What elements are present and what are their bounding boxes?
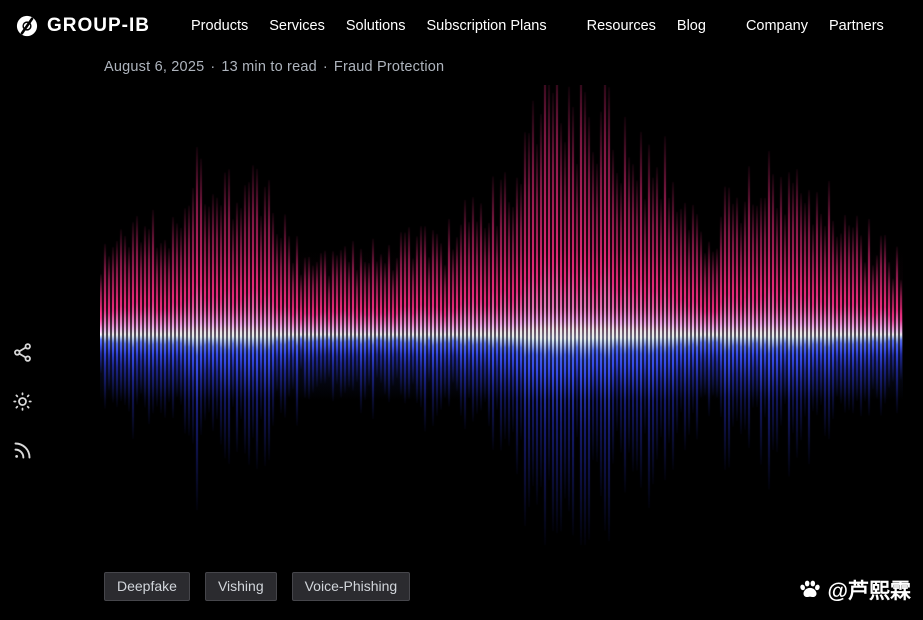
read-time: 13 min to read — [221, 59, 317, 75]
article-meta: August 6, 2025 · 13 min to read · Fraud … — [104, 59, 444, 75]
nav-services[interactable]: Services — [269, 18, 325, 34]
tag-list: Deepfake Vishing Voice-Phishing — [104, 572, 411, 601]
share-icon — [14, 343, 31, 362]
category-link[interactable]: Fraud Protection — [334, 59, 444, 75]
meta-separator: · — [210, 59, 216, 75]
watermark: @芦熙霖 — [797, 575, 911, 605]
brand-name[interactable]: GROUP-IB — [47, 15, 150, 37]
tag-voice-phishing[interactable]: Voice-Phishing — [291, 572, 411, 601]
left-action-rail — [12, 342, 33, 461]
share-button[interactable] — [12, 342, 33, 363]
group-ib-logo-icon — [16, 15, 38, 37]
nav-partners[interactable]: Partners — [829, 18, 884, 34]
hero-waveform-image — [100, 85, 903, 555]
nav-products[interactable]: Products — [191, 18, 248, 34]
article-date: August 6, 2025 — [104, 59, 205, 75]
brand[interactable]: GROUP-IB — [16, 15, 150, 37]
paw-icon — [799, 580, 820, 598]
brightness-icon — [13, 392, 32, 411]
rss-icon — [14, 442, 31, 459]
rss-button[interactable] — [12, 440, 33, 461]
nav-solutions[interactable]: Solutions — [346, 18, 406, 34]
nav-company[interactable]: Company — [746, 18, 808, 34]
meta-separator: · — [322, 59, 328, 75]
nav-subscription-plans[interactable]: Subscription Plans — [427, 18, 547, 34]
nav-resources[interactable]: Resources — [587, 18, 656, 34]
tag-vishing[interactable]: Vishing — [204, 572, 277, 601]
nav-blog[interactable]: Blog — [677, 18, 706, 34]
tag-deepfake[interactable]: Deepfake — [104, 572, 190, 601]
watermark-handle: @芦熙霖 — [827, 580, 911, 603]
main-nav: Products Services Solutions Subscription… — [191, 18, 905, 34]
theme-toggle-button[interactable] — [12, 391, 33, 412]
top-nav-bar: GROUP-IB Products Services Solutions Sub… — [0, 0, 923, 52]
